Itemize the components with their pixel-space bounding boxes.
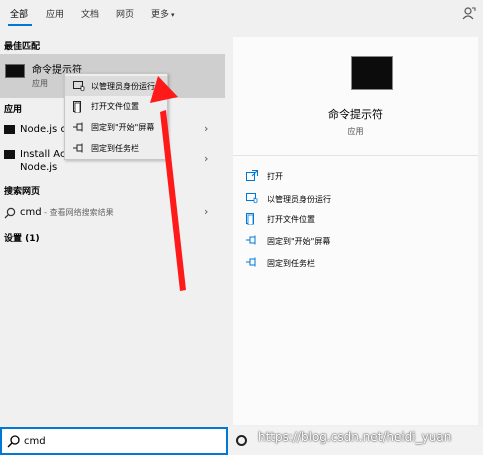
tab-apps[interactable]: 应用 [46, 7, 64, 20]
context-item-pin-start[interactable]: 固定到"开始"屏幕 [65, 117, 167, 137]
section-web-search: 搜索网页 [4, 187, 41, 197]
tab-all[interactable]: 全部 [10, 7, 28, 20]
pin-icon [73, 122, 83, 132]
app-item-label: Node.js c [20, 124, 66, 135]
file-location-icon [246, 213, 254, 225]
command-prompt-icon [5, 64, 25, 78]
command-prompt-icon [351, 56, 393, 90]
web-search-suffix: - 查看网络搜索结果 [41, 208, 114, 217]
best-match-subtitle: 应用 [32, 79, 48, 88]
search-input[interactable] [24, 433, 204, 449]
web-search-text: cmd - 查看网络搜索结果 [20, 207, 114, 218]
chevron-down-icon: ▾ [171, 11, 175, 19]
section-apps: 应用 [4, 105, 23, 115]
web-search-item[interactable]: cmd - 查看网络搜索结果 › [0, 202, 225, 224]
tab-documents[interactable]: 文档 [81, 7, 99, 20]
context-item-run-as-admin[interactable]: 以管理员身份运行 [65, 76, 167, 96]
action-pin-taskbar[interactable]: 固定到任务栏 [246, 257, 446, 271]
pin-icon [246, 257, 256, 267]
taskbar: https://blog.csdn.net/heidi_yuan [228, 427, 483, 455]
action-label: 固定到任务栏 [267, 259, 315, 268]
action-label: 固定到"开始"屏幕 [267, 237, 331, 246]
action-open-location[interactable]: 打开文件位置 [246, 213, 446, 227]
action-open[interactable]: 打开 [246, 170, 446, 184]
section-settings[interactable]: 设置 (1) [4, 231, 40, 244]
tab-more[interactable]: 更多 ▾ [151, 7, 175, 20]
pin-icon [73, 143, 83, 153]
watermark: https://blog.csdn.net/heidi_yuan [258, 430, 452, 444]
nodejs-app-icon [4, 150, 15, 159]
chevron-right-icon[interactable]: › [204, 122, 208, 135]
pin-icon [246, 235, 256, 245]
section-best-match: 最佳匹配 [4, 42, 41, 52]
preview-title: 命令提示符 [328, 108, 383, 121]
action-label: 打开文件位置 [267, 215, 315, 224]
preview-subtitle: 应用 [347, 127, 364, 136]
search-box[interactable] [0, 427, 228, 455]
action-label: 打开 [267, 172, 283, 181]
run-as-admin-icon [73, 81, 85, 92]
chevron-right-icon[interactable]: › [204, 205, 208, 218]
divider [233, 155, 478, 156]
app-item-label-line2: Node.js [20, 162, 58, 173]
preview-pane: 命令提示符 应用 打开 以管理员身份运行 打开文件位置 固定到"开始"屏幕 固定… [233, 37, 478, 425]
action-label: 以管理员身份运行 [267, 195, 331, 204]
open-icon [246, 170, 258, 181]
nodejs-app-icon [4, 125, 15, 134]
context-item-open-location[interactable]: 打开文件位置 [65, 96, 167, 116]
action-run-as-admin[interactable]: 以管理员身份运行 [246, 193, 446, 207]
context-item-label: 固定到"开始"屏幕 [91, 123, 155, 132]
cortana-icon[interactable] [236, 435, 247, 446]
search-icon [4, 207, 16, 219]
context-item-label: 打开文件位置 [91, 102, 139, 111]
file-location-icon [73, 101, 81, 113]
web-search-query: cmd [20, 207, 42, 218]
app-item-label-line1: Install Ac [20, 149, 66, 160]
search-icon [7, 435, 20, 448]
context-item-label: 以管理员身份运行 [91, 82, 155, 91]
search-scope-tabs: 全部 应用 文档 网页 更多 ▾ [0, 0, 483, 26]
context-item-pin-taskbar[interactable]: 固定到任务栏 [65, 138, 167, 158]
chevron-right-icon[interactable]: › [204, 152, 208, 165]
feedback-person-icon[interactable] [462, 6, 476, 20]
context-item-label: 固定到任务栏 [91, 144, 139, 153]
context-menu: 以管理员身份运行 打开文件位置 固定到"开始"屏幕 固定到任务栏 [64, 73, 168, 160]
action-pin-start[interactable]: 固定到"开始"屏幕 [246, 235, 446, 249]
tab-web[interactable]: 网页 [116, 7, 134, 20]
run-as-admin-icon [246, 193, 258, 204]
tab-more-label: 更多 [151, 10, 170, 20]
